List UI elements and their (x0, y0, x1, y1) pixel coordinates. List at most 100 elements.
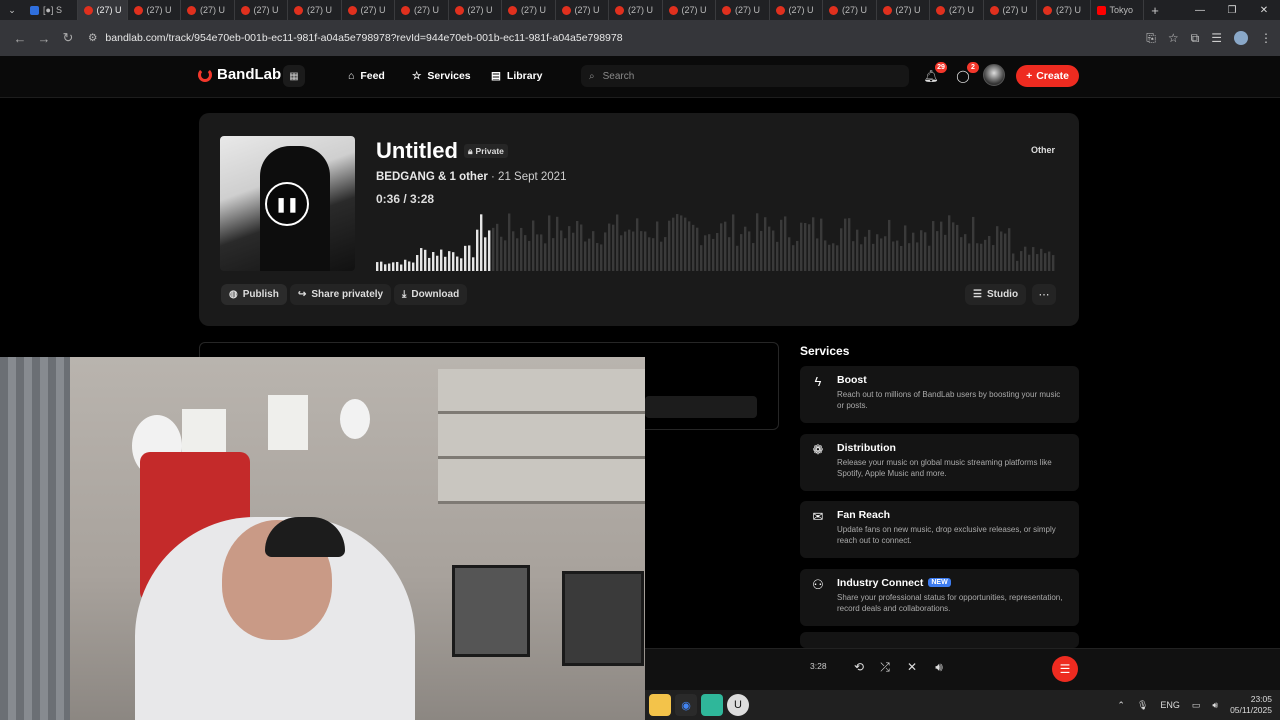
waveform-bar (716, 233, 719, 271)
tab-favicon-icon (294, 5, 303, 15)
browser-menu-icon[interactable]: ⋮ (1260, 31, 1272, 45)
service-description: Reach out to millions of BandLab users b… (837, 390, 1061, 410)
plus-icon: + (1026, 70, 1033, 82)
service-name-text: Fan Reach (837, 509, 891, 521)
close-window-icon[interactable]: ✕ (1248, 5, 1280, 16)
create-button[interactable]: + Create (1016, 65, 1079, 87)
nav-feed[interactable]: ⌂ Feed (348, 67, 385, 85)
install-app-icon[interactable]: ⎘ (1146, 31, 1156, 46)
browser-tab[interactable]: (27) U (823, 0, 877, 20)
unreal-icon[interactable]: U (727, 694, 749, 716)
apps-grid-icon[interactable]: ▦ (283, 65, 305, 87)
publish-button[interactable]: ◍ Publish (221, 284, 287, 305)
site-info-icon[interactable]: ⚙ (88, 32, 97, 44)
search-placeholder: Search (602, 70, 635, 82)
nav-services[interactable]: ☆ Services (412, 67, 471, 85)
track-artist[interactable]: BEDGANG & 1 other (376, 171, 488, 183)
waveform-bar (528, 240, 531, 271)
browser-tab[interactable]: (27) U (235, 0, 288, 20)
app-green-icon[interactable] (701, 694, 723, 716)
download-button[interactable]: ⤓ Download (394, 284, 468, 305)
waveform-bar (704, 235, 707, 271)
shuffle-icon[interactable]: ⤮ (877, 660, 893, 676)
extensions-icon[interactable]: ⧉ (1191, 31, 1200, 46)
language-indicator[interactable]: ENG (1160, 700, 1180, 710)
distribution-icon: ❁ (812, 441, 824, 457)
waveform-bar (496, 223, 499, 271)
browser-tab[interactable]: (27) U (877, 0, 930, 20)
service-card-partial[interactable] (800, 632, 1079, 648)
display-icon[interactable]: ▭ (1192, 700, 1201, 711)
reading-list-icon[interactable]: ☰ (1211, 31, 1222, 45)
waveform-bar (952, 222, 955, 271)
browser-tab[interactable]: (27) U (502, 0, 556, 20)
waveform-bar (828, 244, 831, 271)
waveform-bar (724, 221, 727, 271)
messages-button[interactable]: ◯ 2 (953, 62, 979, 86)
studio-button[interactable]: ☰ Studio (965, 284, 1027, 305)
browser-tab[interactable]: (27) U (1037, 0, 1091, 20)
service-card[interactable]: ❁ Distribution Release your music on globa… (800, 433, 1079, 491)
browser-tab[interactable]: (27) U (181, 0, 235, 20)
forward-icon[interactable]: → (32, 31, 56, 46)
browser-tab[interactable]: (27) U (449, 0, 502, 20)
bookmark-star-icon[interactable]: ☆ (1168, 31, 1179, 45)
waveform-bar-played (428, 257, 431, 271)
pause-button[interactable]: ❚❚ (265, 182, 309, 226)
maximize-icon[interactable]: ❐ (1216, 5, 1248, 16)
comment-input[interactable] (645, 396, 757, 418)
reload-icon[interactable]: ↻ (56, 30, 80, 46)
clock[interactable]: 23:05 05/11/2025 (1230, 694, 1272, 716)
tab-favicon-icon (508, 5, 517, 15)
browser-tab[interactable]: (27) U (770, 0, 823, 20)
browser-tab[interactable]: (27) U (609, 0, 663, 20)
tab-favicon-icon (615, 5, 624, 15)
service-name: Boost (837, 374, 867, 386)
more-options-button[interactable]: ⋯ (1032, 284, 1056, 305)
waveform-bar (860, 244, 863, 271)
microphone-icon[interactable]: 🎙︎ (1137, 700, 1148, 711)
browser-tab[interactable]: (27) U (395, 0, 449, 20)
browser-tab[interactable]: (27) U (930, 0, 984, 20)
browser-tab[interactable]: [●] S (24, 0, 78, 20)
browser-tab[interactable]: (27) U (342, 0, 395, 20)
chevron-up-icon[interactable]: ⌃ (1117, 700, 1125, 711)
nav-library[interactable]: ▤ Library (491, 67, 543, 85)
browser-tab[interactable]: (27) U (288, 0, 342, 20)
browser-tab[interactable]: (27) U (556, 0, 609, 20)
profile-avatar[interactable] (1234, 31, 1248, 45)
tab-search-icon[interactable]: ⌄ (0, 0, 24, 20)
volume-icon[interactable]: 🔊︎ (931, 660, 947, 676)
waveform-bar (644, 231, 647, 271)
mute-icon[interactable]: ✕ (904, 660, 920, 676)
share-privately-button[interactable]: ↪ Share privately (290, 284, 392, 305)
track-artist-line: BEDGANG & 1 other · 21 Sept 2021 (376, 171, 566, 183)
waveform-bar (748, 231, 751, 271)
service-card[interactable]: ⚇ Industry Connect NEW Share your professio… (800, 568, 1079, 626)
waveform-bar (684, 217, 687, 271)
waveform[interactable] (376, 211, 1056, 271)
browser-tab[interactable]: (27) U (984, 0, 1037, 20)
notifications-button[interactable]: 🔔︎ 29 (921, 62, 947, 86)
waveform-bar-played (416, 255, 419, 271)
queue-button[interactable]: ☰ (1052, 656, 1078, 682)
back-icon[interactable]: ← (8, 31, 32, 46)
new-tab-button[interactable]: + (1144, 3, 1166, 18)
logo-text: BandLab (217, 66, 282, 83)
browser-tab[interactable]: (27) U (663, 0, 716, 20)
browser-tab[interactable]: Tokyo (1091, 0, 1144, 20)
file-explorer-icon[interactable] (649, 694, 671, 716)
browser-tab[interactable]: (27) U✕ (77, 0, 128, 20)
user-avatar[interactable] (983, 64, 1005, 86)
service-card[interactable]: ✉ Fan Reach Update fans on new music, drop… (800, 501, 1079, 558)
search-input[interactable]: ⌕ Search (581, 65, 909, 87)
bandlab-logo[interactable]: BandLab (198, 66, 281, 83)
chrome-icon[interactable]: ◉ (675, 694, 697, 716)
browser-tab[interactable]: (27) U (128, 0, 181, 20)
browser-tab[interactable]: (27) U (716, 0, 770, 20)
speaker-icon[interactable]: 🔊︎ (1212, 700, 1218, 711)
url-field[interactable]: ⚙ bandlab.com/track/954e70eb-001b-ec11-9… (88, 26, 623, 50)
repeat-icon[interactable]: ⟲ (851, 660, 867, 676)
minimize-icon[interactable]: — (1184, 5, 1216, 16)
service-card[interactable]: ϟ Boost Reach out to millions of BandLab u… (800, 366, 1079, 423)
